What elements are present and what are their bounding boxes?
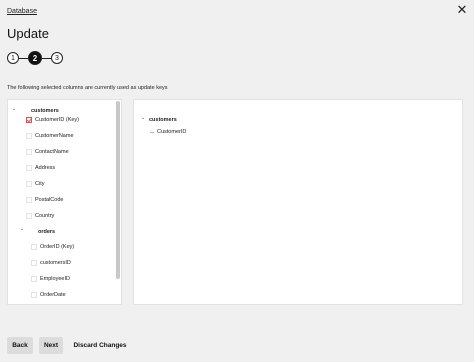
discard-changes-button[interactable]: Discard Changes xyxy=(71,337,129,354)
tree-column-address: Address xyxy=(35,165,56,171)
key-table-customers: customers xyxy=(149,117,177,123)
key-column-label: CustomerID xyxy=(157,129,187,135)
step-2-active[interactable]: 2 xyxy=(28,51,42,65)
tree-column-city: City xyxy=(35,181,45,187)
step-3[interactable]: 3 xyxy=(51,52,63,64)
checkbox-address[interactable] xyxy=(26,165,32,171)
checkbox-country[interactable] xyxy=(26,213,32,219)
chevron-down-icon[interactable]: ⌄ xyxy=(20,226,24,232)
checkbox-employeeid[interactable] xyxy=(31,276,37,282)
key-icon: ⊶ xyxy=(150,129,154,135)
checkbox-customersid[interactable] xyxy=(31,260,37,266)
tree-column-postalcode: PostalCode xyxy=(35,197,64,203)
tree-scrollbar[interactable] xyxy=(116,101,120,279)
chevron-down-icon[interactable]: ⌄ xyxy=(141,115,145,121)
step-1[interactable]: 1 xyxy=(7,52,19,64)
stepper: 1 2 3 xyxy=(7,51,67,66)
checkbox-city[interactable] xyxy=(26,181,32,187)
step-connector xyxy=(42,58,51,59)
tree-column-customername: CustomerName xyxy=(35,133,74,139)
breadcrumb-database[interactable]: Database xyxy=(7,8,37,15)
page-title: Update xyxy=(7,26,49,41)
chevron-down-icon[interactable]: ⌄ xyxy=(12,106,16,112)
tree-column-orderid: OrderID (Key) xyxy=(40,244,75,250)
checkbox-orderid[interactable] xyxy=(31,244,37,250)
tree-column-employeeid: EmployeeID xyxy=(40,276,70,282)
tree-column-orderdate: OrderDate xyxy=(40,292,66,298)
step-connector xyxy=(19,58,28,59)
checkbox-customerid[interactable] xyxy=(26,117,32,123)
back-button[interactable]: Back xyxy=(7,337,33,354)
tree-column-customersid: customersID xyxy=(40,260,71,266)
tree-table-orders[interactable]: orders xyxy=(38,229,55,235)
key-column-customerid: ⊶ CustomerID xyxy=(150,129,186,135)
description-text: The following selected columns are curre… xyxy=(7,85,168,91)
close-icon[interactable]: ✕ xyxy=(455,3,469,17)
checkbox-contactname[interactable] xyxy=(26,149,32,155)
tree-column-customerid: CustomerID (Key) xyxy=(35,117,80,123)
tree-column-contactname: ContactName xyxy=(35,149,69,155)
tree-column-country: Country xyxy=(35,213,55,219)
tree-table-customers[interactable]: customers xyxy=(31,108,59,114)
checkbox-postalcode[interactable] xyxy=(26,197,32,203)
checkbox-orderdate[interactable] xyxy=(31,292,37,298)
column-tree-panel xyxy=(7,99,122,305)
next-button[interactable]: Next xyxy=(39,337,63,354)
checkbox-customername[interactable] xyxy=(26,133,32,139)
